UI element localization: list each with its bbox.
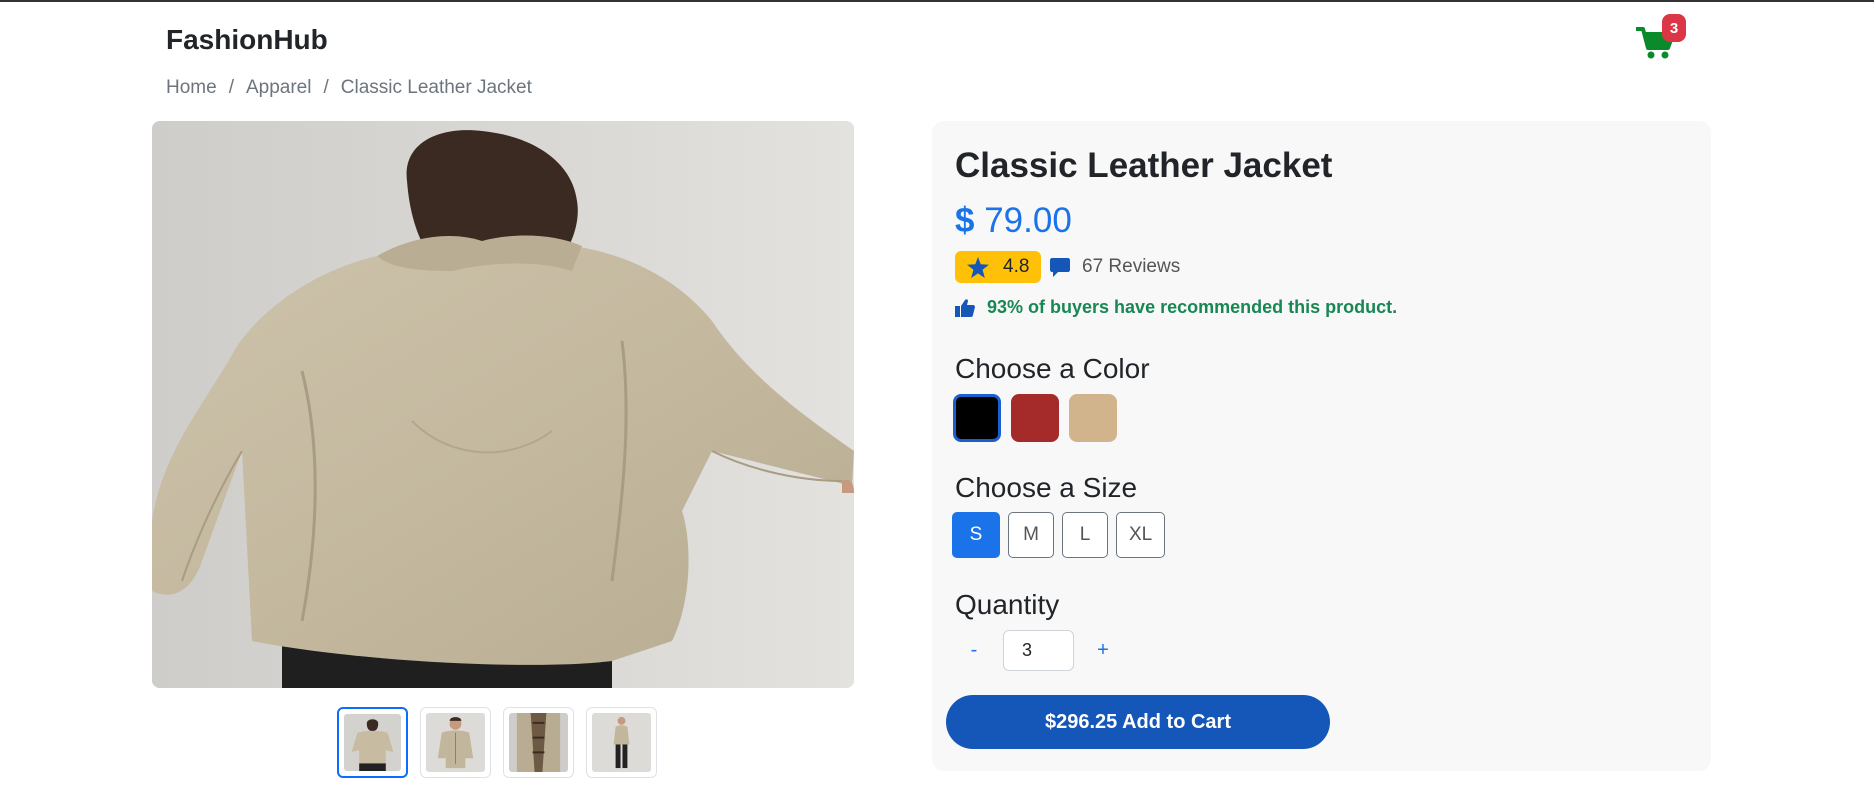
size-options: S M L XL [952,512,1166,558]
thumbnail-2[interactable] [420,707,491,778]
color-options [953,394,1117,442]
rating-badge: 4.8 [955,251,1041,283]
reviews-count: 67 Reviews [1082,256,1181,277]
cart-button[interactable]: 3 [1636,14,1686,62]
quantity-decrement-button[interactable]: - [955,631,993,671]
breadcrumb-home[interactable]: Home [166,77,217,99]
breadcrumb-current: Classic Leather Jacket [340,77,532,98]
size-option-xl[interactable]: XL [1116,512,1166,558]
product-title: Classic Leather Jacket [955,146,1333,185]
main-product-image [152,121,854,688]
color-label: Choose a Color [955,353,1150,384]
thumbs-up-icon [955,298,975,317]
breadcrumb-separator: / [228,77,234,98]
breadcrumb: Home / Apparel / Classic Leather Jacket [166,77,532,99]
color-swatch-tan[interactable] [1069,394,1117,442]
recommendation-note: 93% of buyers have recommended this prod… [955,297,1397,318]
breadcrumb-apparel[interactable]: Apparel [246,77,312,99]
product-price: $ 79.00 [955,201,1072,241]
color-swatch-black[interactable] [953,394,1001,442]
brand-logo[interactable]: FashionHub [166,24,328,56]
price-currency: $ [955,201,975,240]
price-amount: 79.00 [984,201,1072,240]
size-option-s[interactable]: S [952,512,1000,558]
size-label: Choose a Size [955,472,1138,503]
size-option-m[interactable]: M [1008,512,1054,558]
breadcrumb-separator: / [323,77,329,98]
reviews-link[interactable]: 67 Reviews [1050,256,1180,278]
size-option-l[interactable]: L [1062,512,1108,558]
thumbnail-4[interactable] [586,707,657,778]
thumbnail-strip [337,707,657,778]
recommendation-text: 93% of buyers have recommended this prod… [987,297,1398,317]
star-icon [967,256,989,278]
quantity-input[interactable] [1003,630,1074,671]
cart-count-badge: 3 [1662,14,1686,42]
quantity-label: Quantity [955,589,1060,620]
thumbnail-3[interactable] [503,707,574,778]
color-swatch-red[interactable] [1011,394,1059,442]
quantity-increment-button[interactable]: + [1084,631,1122,671]
thumbnail-1[interactable] [337,707,408,778]
top-border [0,0,1874,2]
rating-value: 4.8 [1003,256,1030,277]
add-to-cart-button[interactable]: $296.25 Add to Cart [946,695,1330,749]
comment-icon [1050,257,1070,277]
quantity-stepper: - + [955,630,1122,671]
